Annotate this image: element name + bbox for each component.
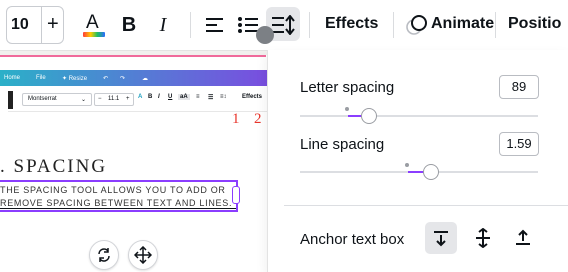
screenshot-editor-header: Home File ✦ Resize ↶ ↷ ☁ bbox=[0, 70, 270, 86]
mini-font-select: Montserrat ⌄ bbox=[22, 93, 92, 106]
toolbar-separator bbox=[495, 12, 496, 38]
text-line-1: THE SPACING TOOL ALLOWS YOU TO ADD OR bbox=[0, 185, 226, 195]
main-toolbar: 10 + A B I Effects Animate Positio bbox=[0, 0, 568, 51]
mouse-cursor bbox=[256, 26, 274, 44]
heading-dot: . bbox=[0, 156, 14, 177]
toolbar-separator bbox=[393, 12, 394, 38]
mini-list-icon: ☰ bbox=[208, 95, 214, 101]
mini-bold-icon: B bbox=[148, 94, 153, 100]
align-button[interactable] bbox=[204, 10, 226, 40]
text-color-button[interactable]: A bbox=[82, 10, 106, 40]
mini-size-value: 11.1 bbox=[108, 96, 120, 102]
bold-button[interactable]: B bbox=[118, 10, 140, 40]
anchor-bottom-icon bbox=[516, 229, 530, 245]
toolbar-separator bbox=[309, 12, 310, 38]
text-line-2: REMOVE SPACING BETWEEN TEXT AND LINES. bbox=[0, 198, 233, 208]
animate-button[interactable]: Animate bbox=[431, 15, 494, 33]
anchor-bottom-button[interactable] bbox=[507, 222, 539, 254]
animate-icon bbox=[406, 15, 427, 35]
text-color-icon: A bbox=[83, 12, 105, 37]
line-spacing-label: Line spacing bbox=[300, 136, 385, 153]
mini-font-name: Montserrat bbox=[28, 96, 57, 102]
selected-text-box[interactable]: THE SPACING TOOL ALLOWS YOU TO ADD OR RE… bbox=[0, 180, 238, 212]
mini-plus-icon: + bbox=[126, 96, 130, 102]
line-spacing-default-dot bbox=[405, 163, 409, 167]
letter-spacing-label: Letter spacing bbox=[300, 79, 395, 96]
effects-button[interactable]: Effects bbox=[325, 15, 378, 33]
annotation-number-2: 2 bbox=[254, 111, 262, 127]
svg-text:A: A bbox=[86, 12, 99, 33]
move-icon bbox=[134, 246, 152, 264]
annotation-number-1: 1 bbox=[232, 111, 240, 127]
line-spacing-icon bbox=[272, 15, 295, 35]
mini-italic-icon: I bbox=[158, 94, 160, 100]
mini-align-icon: ≡ bbox=[196, 94, 200, 100]
line-spacing-input[interactable]: 1.59 bbox=[499, 132, 539, 156]
mini-text-color-icon: A bbox=[138, 94, 143, 100]
mini-file-menu: File bbox=[36, 75, 46, 81]
line-spacing-slider-fill bbox=[408, 171, 424, 173]
anchor-middle-button[interactable] bbox=[467, 222, 499, 254]
anchor-top-button[interactable] bbox=[425, 222, 457, 254]
mini-case-icon: aA bbox=[178, 94, 190, 100]
text-underline bbox=[0, 208, 236, 209]
font-size-stepper[interactable]: 10 + bbox=[6, 6, 64, 44]
letter-spacing-slider[interactable] bbox=[300, 115, 538, 117]
line-spacing-slider-thumb[interactable] bbox=[423, 164, 439, 180]
letter-spacing-slider-thumb[interactable] bbox=[361, 108, 377, 124]
rotate-icon bbox=[98, 248, 110, 262]
position-button[interactable]: Positio bbox=[508, 15, 561, 33]
mini-chevron-down-icon: ⌄ bbox=[81, 97, 87, 103]
anchor-top-icon bbox=[434, 231, 448, 247]
font-size-increase-button[interactable]: + bbox=[47, 13, 59, 36]
mini-size-stepper: − 11.1 + bbox=[94, 93, 134, 106]
animate-icon-wrap[interactable] bbox=[404, 10, 430, 40]
anchor-middle-icon bbox=[476, 228, 490, 248]
design-heading[interactable]: . SPACING bbox=[0, 156, 107, 178]
move-button[interactable] bbox=[128, 240, 158, 270]
letter-spacing-input[interactable]: 89 bbox=[499, 75, 539, 99]
font-size-divider bbox=[41, 7, 42, 43]
mini-effects-label: Effects bbox=[242, 94, 263, 100]
pink-guide-line bbox=[0, 55, 266, 57]
screenshot-text-toolbar: Montserrat ⌄ − 11.1 + A B I U aA ≡ ☰ ≡↕ … bbox=[8, 89, 270, 112]
letter-spacing-slider-fill bbox=[348, 115, 362, 117]
font-size-value[interactable]: 10 bbox=[11, 16, 29, 34]
letter-spacing-default-dot bbox=[345, 107, 349, 111]
toolbar-separator bbox=[190, 12, 191, 38]
mini-spacing-icon: ≡↕ bbox=[220, 94, 227, 100]
mini-home-link: Home bbox=[4, 75, 21, 81]
mini-undo-icon: ↶ bbox=[103, 76, 109, 82]
mini-cloud-icon: ☁ bbox=[142, 76, 148, 82]
mini-redo-icon: ↷ bbox=[120, 76, 126, 82]
mini-resize-button: ✦ Resize bbox=[62, 76, 88, 82]
panel-divider bbox=[284, 205, 568, 206]
resize-handle[interactable] bbox=[232, 186, 240, 204]
align-left-icon bbox=[206, 18, 223, 32]
rotate-button[interactable] bbox=[89, 240, 119, 270]
anchor-text-box-label: Anchor text box bbox=[300, 231, 405, 248]
spacing-panel: Letter spacing 89 Line spacing 1.59 Anch… bbox=[267, 50, 568, 272]
mini-underline-icon: U bbox=[168, 94, 173, 100]
mini-sidebar-block bbox=[8, 91, 13, 109]
italic-button[interactable]: I bbox=[152, 10, 174, 40]
mini-minus-icon: − bbox=[98, 96, 102, 102]
heading-text: SPACING bbox=[13, 156, 108, 177]
